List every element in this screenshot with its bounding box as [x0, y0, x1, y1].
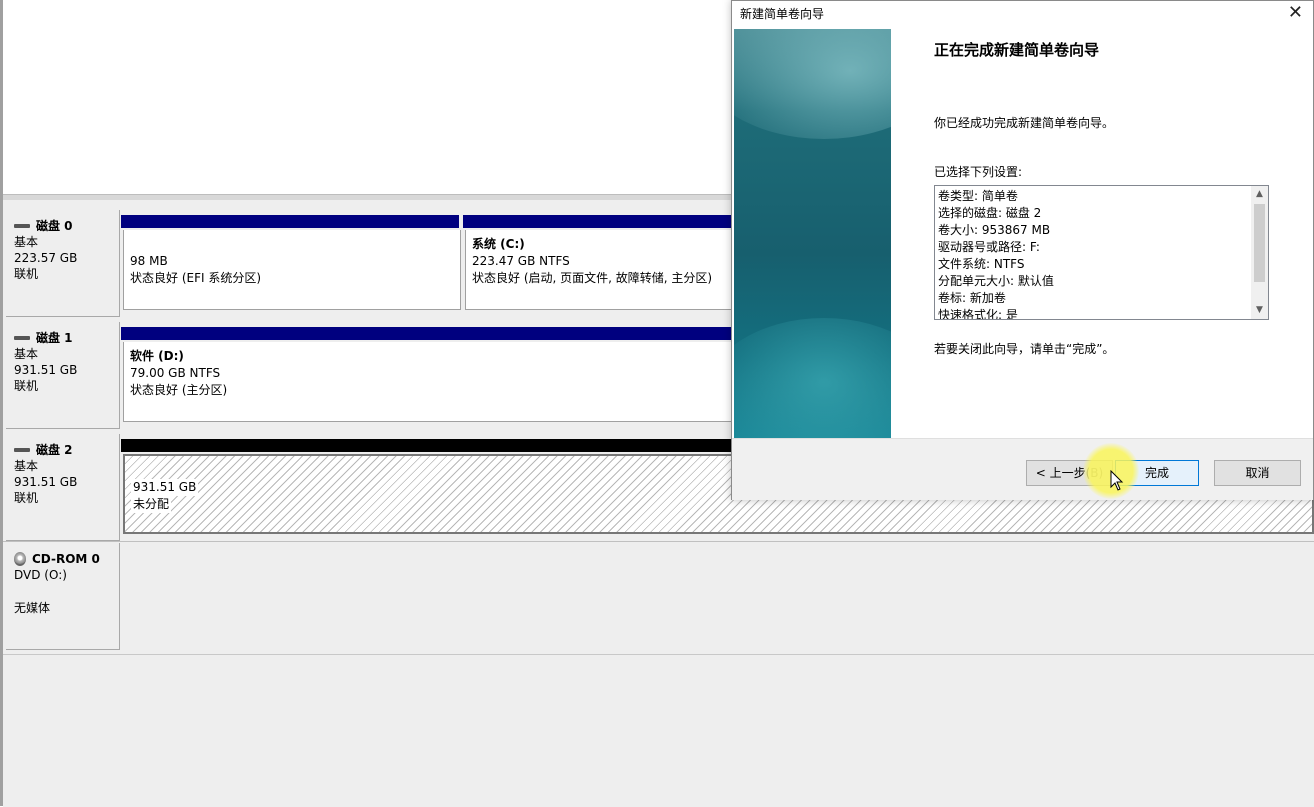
partition-status: 状态良好 (EFI 系统分区): [130, 271, 262, 285]
scrollbar-thumb[interactable]: [1254, 204, 1265, 282]
cdrom-name: CD-ROM 0: [32, 552, 100, 566]
back-button[interactable]: < 上一步(B): [1026, 460, 1113, 486]
cdrom-row: CD-ROM 0 DVD (O:) 无媒体: [3, 543, 1314, 653]
partition-status: 未分配: [131, 496, 172, 513]
disk-status: 联机: [14, 379, 39, 393]
dialog-title: 新建简单卷向导: [740, 7, 825, 21]
finish-button[interactable]: 完成: [1115, 460, 1199, 486]
hard-disk-icon: [14, 336, 30, 340]
disk-label-0[interactable]: 磁盘 0 基本 223.57 GB 联机: [6, 210, 120, 317]
cdrom-status: 无媒体: [14, 601, 51, 615]
disk-status: 联机: [14, 491, 39, 505]
settings-label: 已选择下列设置:: [934, 165, 1023, 179]
hard-disk-icon: [14, 448, 30, 452]
setting-item: 卷类型: 简单卷: [938, 189, 1018, 203]
cancel-button[interactable]: 取消: [1214, 460, 1301, 486]
disk-size: 931.51 GB: [14, 475, 78, 489]
back-button-label: < 上一步: [1035, 466, 1086, 480]
scroll-up-icon[interactable]: ▲: [1251, 186, 1268, 203]
wizard-heading: 正在完成新建简单卷向导: [934, 41, 1100, 59]
row-separator: [3, 541, 1314, 542]
setting-item: 卷标: 新加卷: [938, 291, 1006, 305]
disk-name: 磁盘 1: [36, 331, 73, 345]
wizard-banner-image: [734, 29, 891, 438]
cd-drive-icon: [14, 552, 26, 566]
scroll-down-icon[interactable]: ▼: [1251, 302, 1268, 319]
disk-label-1[interactable]: 磁盘 1 基本 931.51 GB 联机: [6, 322, 120, 429]
disk-size: 223.57 GB: [14, 251, 78, 265]
settings-listbox[interactable]: 卷类型: 简单卷 选择的磁盘: 磁盘 2 卷大小: 953867 MB 驱动器号…: [934, 185, 1269, 320]
setting-item: 选择的磁盘: 磁盘 2: [938, 206, 1042, 220]
setting-item: 快速格式化: 是: [938, 308, 1018, 320]
setting-item: 文件系统: NTFS: [938, 257, 1025, 271]
disk-type: 基本: [14, 235, 39, 249]
new-simple-volume-wizard: 新建简单卷向导 ✕ 正在完成新建简单卷向导 你已经成功完成新建简单卷向导。 已选…: [731, 0, 1314, 500]
hard-disk-icon: [14, 224, 30, 228]
settings-scrollbar[interactable]: ▲ ▼: [1251, 186, 1268, 319]
close-icon[interactable]: ✕: [1288, 1, 1303, 25]
setting-item: 卷大小: 953867 MB: [938, 223, 1051, 237]
wizard-footer: < 上一步(B) 完成 取消: [732, 438, 1313, 500]
partition-header-bar: [121, 215, 459, 228]
disk-status: 联机: [14, 267, 39, 281]
empty-pane: [3, 654, 1314, 807]
partition-efi[interactable]: 98 MB 状态良好 (EFI 系统分区): [123, 230, 461, 310]
cdrom-label[interactable]: CD-ROM 0 DVD (O:) 无媒体: [6, 543, 120, 650]
close-hint: 若要关闭此向导，请单击“完成”。: [934, 342, 1115, 356]
partition-size: 931.51 GB: [131, 479, 199, 496]
setting-item: 分配单元大小: 默认值: [938, 274, 1054, 288]
setting-item: 驱动器号或路径: F:: [938, 240, 1040, 254]
disk-size: 931.51 GB: [14, 363, 78, 377]
disk-name: 磁盘 0: [36, 219, 73, 233]
disk-type: 基本: [14, 459, 39, 473]
disk-label-2[interactable]: 磁盘 2 基本 931.51 GB 联机: [6, 434, 120, 541]
disk-name: 磁盘 2: [36, 443, 73, 457]
success-message: 你已经成功完成新建简单卷向导。: [934, 116, 1115, 130]
back-button-key: (B): [1085, 466, 1104, 480]
cdrom-type: DVD (O:): [14, 568, 67, 582]
disk-type: 基本: [14, 347, 39, 361]
partition-size: 98 MB: [130, 254, 168, 268]
